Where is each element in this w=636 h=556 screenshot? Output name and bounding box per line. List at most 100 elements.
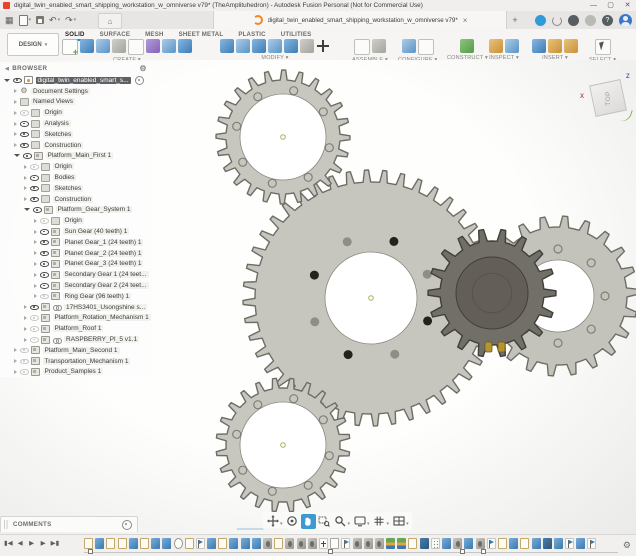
- insert-derive-icon[interactable]: [532, 39, 546, 53]
- visibility-eye-icon[interactable]: [30, 314, 39, 321]
- expand-arrow-icon[interactable]: [24, 176, 27, 180]
- pipe-icon[interactable]: [162, 39, 176, 53]
- close-button[interactable]: ✕: [619, 0, 636, 11]
- profile-icon[interactable]: [128, 39, 144, 55]
- visibility-eye-icon[interactable]: [20, 109, 29, 116]
- visibility-eye-icon[interactable]: [40, 228, 49, 235]
- browser-item-label[interactable]: Sketches: [43, 131, 74, 138]
- insert-svg-icon[interactable]: [564, 39, 578, 53]
- chamfer-icon[interactable]: [252, 39, 266, 53]
- redo-icon[interactable]: ↷▾: [65, 15, 76, 25]
- notifications-icon[interactable]: [568, 15, 579, 26]
- timeline-feature-joint-icon[interactable]: [353, 538, 362, 549]
- timeline-feature-joint-icon[interactable]: [263, 538, 272, 549]
- browser-row[interactable]: ⚙Document Settings: [0, 86, 152, 97]
- visibility-eye-icon[interactable]: [20, 358, 29, 365]
- browser-row[interactable]: Platform_Gear_System 1: [0, 205, 152, 216]
- sync-icon[interactable]: [552, 16, 562, 26]
- timeline-feature-flag-icon[interactable]: [565, 538, 574, 549]
- visibility-eye-icon[interactable]: [20, 131, 29, 138]
- browser-row[interactable]: RASPBERRY_PI_5 v1.1: [0, 334, 152, 345]
- expand-arrow-icon[interactable]: [24, 338, 27, 342]
- collapse-arrow-icon[interactable]: [24, 208, 30, 211]
- visibility-eye-icon[interactable]: [40, 260, 49, 267]
- timeline-feature-move-icon[interactable]: [319, 538, 328, 549]
- configuration-icon[interactable]: [402, 39, 416, 53]
- visibility-eye-icon[interactable]: [33, 206, 42, 213]
- timeline-feature-body-icon[interactable]: [554, 538, 563, 549]
- timeline-marker[interactable]: [328, 549, 333, 554]
- visibility-eye-icon[interactable]: [40, 282, 49, 289]
- chevron-down-icon[interactable]: ▾: [406, 521, 409, 527]
- browser-row[interactable]: Origin: [0, 107, 152, 118]
- visibility-eye-icon[interactable]: [30, 336, 39, 343]
- timeline-feature-body-icon[interactable]: [532, 538, 541, 549]
- browser-row[interactable]: Sketches: [0, 183, 152, 194]
- timeline-feature-joint-icon[interactable]: [375, 538, 384, 549]
- browser-row[interactable]: Ring Gear (96 teeth) 1: [0, 291, 152, 302]
- browser-item-label[interactable]: Analysis: [43, 120, 71, 127]
- grid-settings-tool[interactable]: [372, 514, 387, 529]
- expand-arrow-icon[interactable]: [14, 122, 17, 126]
- timeline-settings-gear-icon[interactable]: ⚙: [623, 540, 631, 550]
- view-cube-face-label[interactable]: TOP: [605, 91, 612, 106]
- browser-item-label[interactable]: Platform_Roof 1: [53, 325, 104, 332]
- browser-item-label[interactable]: Platform_Main_First 1: [46, 152, 114, 159]
- timeline-feature-sketch-icon[interactable]: [274, 538, 283, 549]
- visibility-eye-icon[interactable]: [30, 304, 39, 311]
- config-table-icon[interactable]: [418, 39, 434, 55]
- visibility-eye-icon[interactable]: [40, 293, 49, 300]
- browser-row[interactable]: Construction: [0, 194, 152, 205]
- browser-item-label[interactable]: Platform_Rotation_Mechanism 1: [53, 314, 151, 321]
- timeline-feature-joint-icon[interactable]: [285, 538, 294, 549]
- timeline-feature-sketch-icon[interactable]: [118, 538, 127, 549]
- browser-item-label[interactable]: Planet Gear_3 (24 teeth) 1: [63, 260, 144, 267]
- visibility-eye-icon[interactable]: [40, 250, 49, 257]
- expand-arrow-icon[interactable]: [24, 165, 27, 169]
- new-tab-button[interactable]: +: [509, 14, 521, 26]
- offset-plane-icon[interactable]: [460, 39, 474, 53]
- browser-item-label[interactable]: Origin: [53, 163, 74, 170]
- app-grid-icon[interactable]: ▦: [5, 15, 14, 25]
- workspace-selector[interactable]: DESIGN ▾: [7, 33, 59, 56]
- timeline-feature-body-icon[interactable]: [162, 538, 171, 549]
- browser-row[interactable]: Sketches: [0, 129, 152, 140]
- browser-row[interactable]: Platform_Main_First 1: [0, 151, 152, 162]
- document-tab[interactable]: digital_twin_enabled_smart_shipping_work…: [213, 11, 507, 29]
- comments-bar[interactable]: COMMENTS: [0, 516, 138, 532]
- timeline-feature-doc-icon[interactable]: [330, 538, 339, 549]
- browser-item-label[interactable]: Bodies: [53, 174, 77, 181]
- step-back-button[interactable]: ◀: [16, 539, 24, 547]
- visibility-eye-icon[interactable]: [40, 217, 49, 224]
- zoom-window-tool[interactable]: [317, 514, 332, 529]
- new-component-icon[interactable]: [354, 39, 370, 55]
- viewport-canvas[interactable]: TOP X Z ◀ BROWSER ⚙ digital_twin_enabled…: [0, 60, 636, 534]
- expand-arrow-icon[interactable]: [34, 251, 37, 255]
- fillet-icon[interactable]: [236, 39, 250, 53]
- coil-icon[interactable]: [146, 39, 160, 53]
- brass-pin[interactable]: [498, 342, 505, 352]
- expand-arrow-icon[interactable]: [34, 262, 37, 266]
- timeline-feature-flag-icon[interactable]: [587, 538, 596, 549]
- visibility-eye-icon[interactable]: [20, 368, 29, 375]
- insert-canvas-icon[interactable]: [548, 39, 562, 53]
- browser-row[interactable]: Planet Gear_1 (24 teeth) 1: [0, 237, 152, 248]
- browser-item-label[interactable]: Platform_Gear_System 1: [56, 206, 133, 213]
- timeline-feature-circle-icon[interactable]: [174, 538, 183, 549]
- timeline-feature-joint-icon[interactable]: [308, 538, 317, 549]
- timeline-feature-body-icon[interactable]: [151, 538, 160, 549]
- visibility-eye-icon[interactable]: [30, 196, 39, 203]
- timeline-feature-sketch-icon[interactable]: [140, 538, 149, 549]
- maximize-button[interactable]: ▢: [602, 0, 619, 11]
- form-icon[interactable]: [96, 39, 110, 53]
- browser-row[interactable]: Origin: [0, 215, 152, 226]
- skip-to-start-button[interactable]: ▮◀: [4, 539, 13, 547]
- split-icon[interactable]: [300, 39, 314, 53]
- chevron-down-icon[interactable]: ▾: [280, 521, 283, 527]
- timeline-feature-body-icon[interactable]: [252, 538, 261, 549]
- chevron-down-icon[interactable]: ▾: [348, 521, 351, 527]
- comment-bubble-icon[interactable]: [122, 520, 132, 530]
- timeline-feature-body-icon[interactable]: [95, 538, 104, 549]
- browser-item-label[interactable]: Named Views: [31, 98, 75, 105]
- browser-row[interactable]: digital_twin_enabled_smart_s...: [0, 75, 152, 86]
